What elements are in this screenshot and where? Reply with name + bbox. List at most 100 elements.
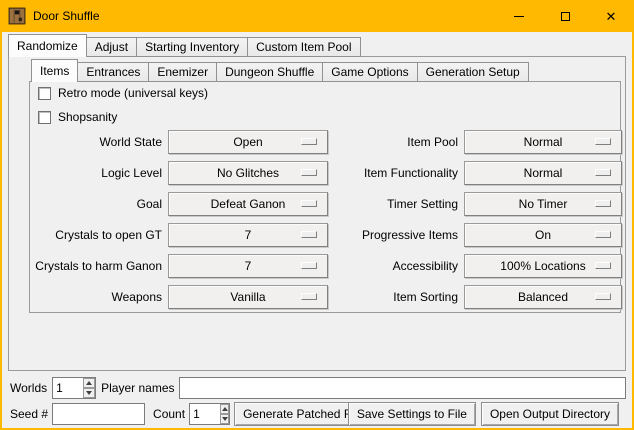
menu-indicator-icon (595, 231, 611, 238)
menu-indicator-icon (595, 262, 611, 269)
save-settings-button[interactable]: Save Settings to File (348, 402, 476, 426)
door-shuffle-window: Door Shuffle ✕ Randomize Adjust Starting… (0, 0, 634, 430)
weapons-label: Weapons (30, 290, 168, 304)
player-names-label: Player names (101, 381, 174, 395)
caption-buttons: ✕ (496, 0, 634, 32)
option-row: Progressive Items On (328, 223, 622, 247)
seed-field[interactable] (52, 403, 145, 425)
dropdown-value: Vanilla (230, 290, 265, 304)
progressive-items-label: Progressive Items (328, 228, 464, 242)
item-functionality-dropdown[interactable]: Normal (464, 161, 622, 185)
tab-generation-setup[interactable]: Generation Setup (417, 62, 529, 82)
tab-custom-item-pool[interactable]: Custom Item Pool (247, 37, 360, 57)
tab-dungeon-shuffle[interactable]: Dungeon Shuffle (216, 62, 323, 82)
item-sorting-label: Item Sorting (328, 290, 464, 304)
spin-up-button[interactable] (83, 378, 95, 388)
spin-down-icon (86, 391, 92, 395)
logic-level-label: Logic Level (30, 166, 168, 180)
player-names-field[interactable] (179, 377, 627, 399)
menu-indicator-icon (301, 231, 317, 238)
checkbox-box-icon (38, 87, 51, 100)
menu-indicator-icon (595, 138, 611, 145)
worlds-input[interactable] (53, 378, 83, 398)
count-spinbox[interactable] (189, 403, 230, 425)
tab-enemizer[interactable]: Enemizer (148, 62, 217, 82)
option-row: Weapons Vanilla (30, 285, 328, 309)
option-row: Crystals to harm Ganon 7 (30, 254, 328, 278)
dropdown-value: Normal (524, 166, 563, 180)
options-column-right: Item Pool Normal Item Functionality Norm… (328, 130, 622, 316)
minimize-button[interactable] (496, 0, 542, 32)
dropdown-value: Normal (524, 135, 563, 149)
logic-level-dropdown[interactable]: No Glitches (168, 161, 328, 185)
spin-up-icon (222, 407, 228, 411)
client-area: Randomize Adjust Starting Inventory Cust… (2, 32, 632, 428)
option-row: Item Pool Normal (328, 130, 622, 154)
maximize-icon (561, 12, 570, 21)
open-output-directory-button[interactable]: Open Output Directory (481, 402, 619, 426)
goal-dropdown[interactable]: Defeat Ganon (168, 192, 328, 216)
tab-randomize[interactable]: Randomize (8, 34, 87, 57)
world-state-dropdown[interactable]: Open (168, 130, 328, 154)
timer-setting-dropdown[interactable]: No Timer (464, 192, 622, 216)
progressive-items-dropdown[interactable]: On (464, 223, 622, 247)
footer-row-worlds: Worlds Player names (10, 376, 626, 400)
main-tabbar: Randomize Adjust Starting Inventory Cust… (8, 34, 360, 57)
items-page: Retro mode (universal keys) Shopsanity W… (29, 81, 621, 313)
dropdown-value: Open (233, 135, 262, 149)
worlds-label: Worlds (10, 381, 47, 395)
tab-starting-inventory[interactable]: Starting Inventory (136, 37, 248, 57)
item-sorting-dropdown[interactable]: Balanced (464, 285, 622, 309)
close-icon: ✕ (606, 10, 617, 23)
tab-items[interactable]: Items (31, 59, 78, 82)
seed-label: Seed # (10, 407, 48, 421)
tab-game-options[interactable]: Game Options (322, 62, 417, 82)
menu-indicator-icon (301, 293, 317, 300)
item-pool-label: Item Pool (328, 135, 464, 149)
world-state-label: World State (30, 135, 168, 149)
player-names-input[interactable] (180, 378, 626, 398)
option-row: Item Sorting Balanced (328, 285, 622, 309)
count-input[interactable] (190, 404, 220, 424)
randomize-page: Items Entrances Enemizer Dungeon Shuffle… (8, 56, 626, 371)
goal-label: Goal (30, 197, 168, 211)
crystals-gt-label: Crystals to open GT (30, 228, 168, 242)
item-functionality-label: Item Functionality (328, 166, 464, 180)
crystals-ganon-label: Crystals to harm Ganon (30, 259, 168, 273)
shopsanity-checkbox[interactable]: Shopsanity (38, 110, 117, 124)
item-pool-dropdown[interactable]: Normal (464, 130, 622, 154)
close-button[interactable]: ✕ (588, 0, 634, 32)
seed-input[interactable] (53, 404, 144, 424)
tab-adjust[interactable]: Adjust (86, 37, 137, 57)
menu-indicator-icon (301, 138, 317, 145)
option-row: Accessibility 100% Locations (328, 254, 622, 278)
retro-mode-checkbox[interactable]: Retro mode (universal keys) (38, 86, 208, 100)
dropdown-value: Defeat Ganon (211, 197, 286, 211)
tab-entrances[interactable]: Entrances (77, 62, 149, 82)
window-title: Door Shuffle (33, 9, 100, 23)
spin-down-button[interactable] (220, 414, 229, 424)
spin-down-icon (222, 417, 228, 421)
titlebar[interactable]: Door Shuffle ✕ (0, 0, 634, 32)
door-icon (8, 7, 26, 25)
accessibility-dropdown[interactable]: 100% Locations (464, 254, 622, 278)
spin-down-button[interactable] (83, 388, 95, 398)
minimize-icon (514, 16, 524, 17)
menu-indicator-icon (595, 200, 611, 207)
maximize-button[interactable] (542, 0, 588, 32)
weapons-dropdown[interactable]: Vanilla (168, 285, 328, 309)
crystals-gt-dropdown[interactable]: 7 (168, 223, 328, 247)
spin-up-button[interactable] (220, 404, 229, 414)
option-row: Item Functionality Normal (328, 161, 622, 185)
worlds-spinbox[interactable] (52, 377, 96, 399)
menu-indicator-icon (595, 293, 611, 300)
count-label: Count (153, 407, 185, 421)
option-row: Logic Level No Glitches (30, 161, 328, 185)
checkbox-box-icon (38, 111, 51, 124)
menu-indicator-icon (301, 200, 317, 207)
crystals-ganon-dropdown[interactable]: 7 (168, 254, 328, 278)
dropdown-value: 7 (245, 259, 252, 273)
accessibility-label: Accessibility (328, 259, 464, 273)
dropdown-value: No Glitches (217, 166, 279, 180)
menu-indicator-icon (595, 169, 611, 176)
